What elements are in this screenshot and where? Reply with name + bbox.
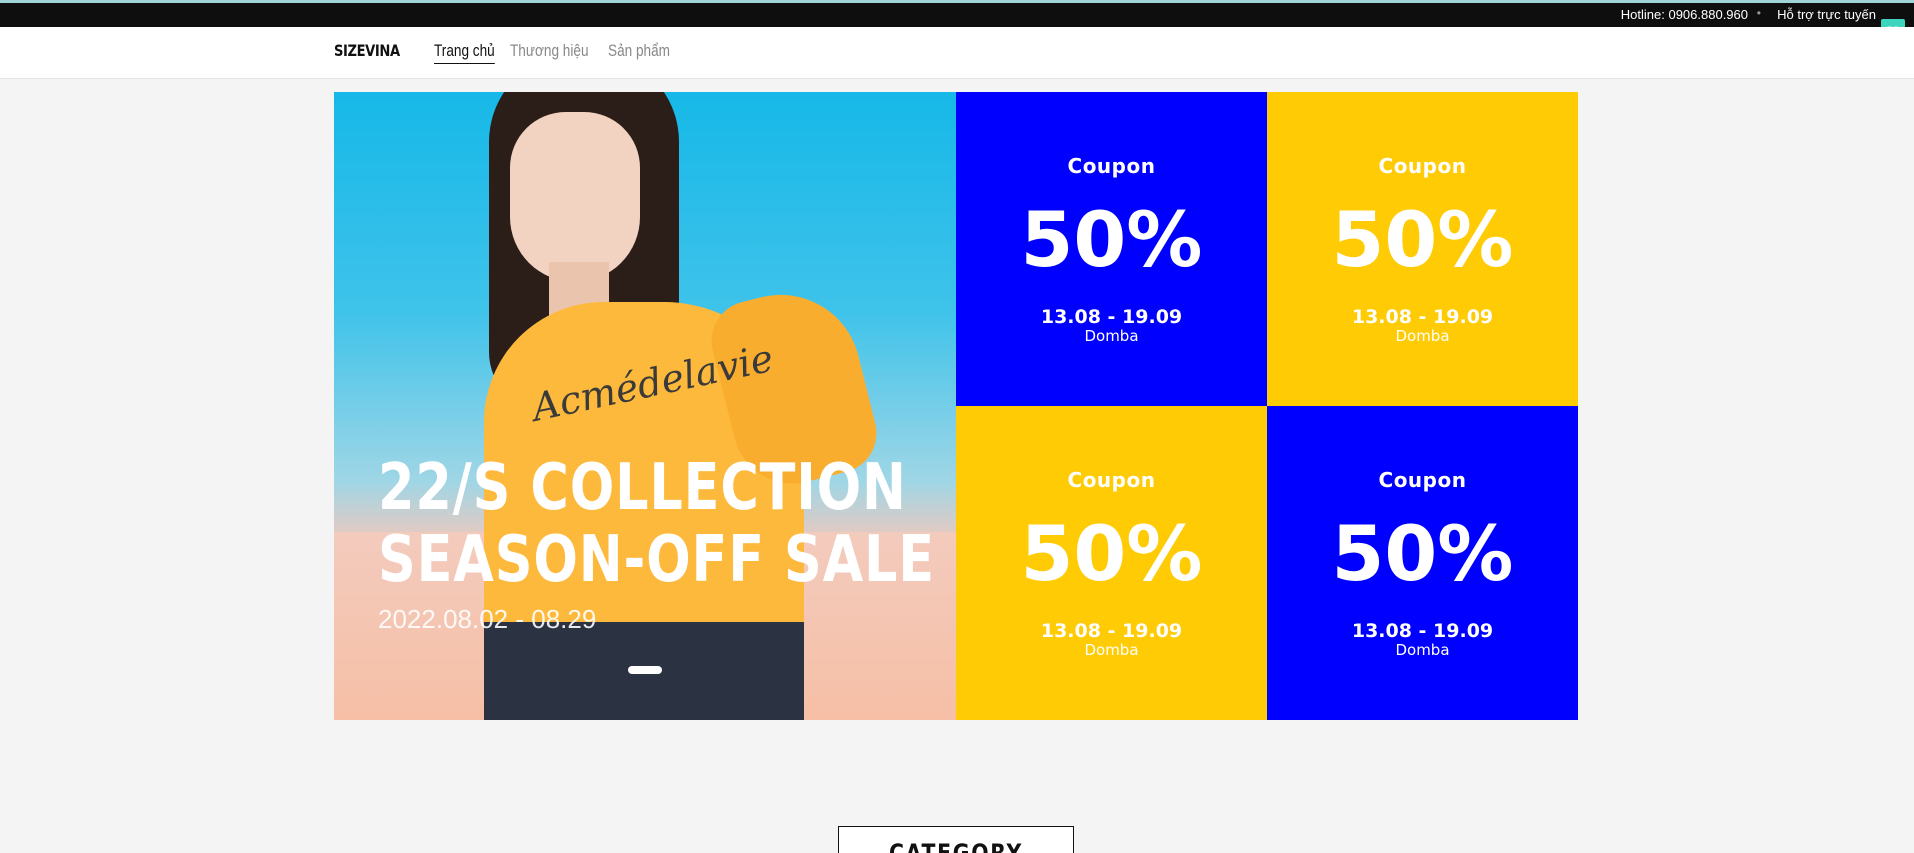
- coupon-card[interactable]: Coupon 50% 13.08 - 19.09 Domba: [956, 406, 1267, 720]
- coupon-percent: 50%: [1020, 509, 1203, 598]
- coupon-label: Coupon: [1067, 154, 1156, 178]
- coupon-card[interactable]: Coupon 50% 13.08 - 19.09 Domba: [1267, 92, 1578, 406]
- hero-dates: 2022.08.02 - 08.29: [378, 604, 597, 634]
- main-navbar: SIZEVINA Trang chủ Thương hiệu Sản phẩm: [0, 27, 1914, 79]
- separator-dot: •: [1756, 6, 1761, 20]
- hero-headline: 22/S COLLECTION SEASON-OFF SALE: [378, 452, 935, 596]
- site-logo[interactable]: SIZEVINA: [334, 41, 400, 60]
- coupon-brand: Domba: [1395, 641, 1450, 659]
- hero-banner[interactable]: Acmédelavie 22/S COLLECTION SEASON-OFF S…: [334, 92, 956, 720]
- coupon-brand: Domba: [1395, 327, 1450, 345]
- coupon-percent: 50%: [1331, 509, 1514, 598]
- coupon-card[interactable]: Coupon 50% 13.08 - 19.09 Domba: [956, 92, 1267, 406]
- hero-model-face: [510, 112, 640, 282]
- coupon-percent: 50%: [1331, 195, 1514, 284]
- nav-item-brands[interactable]: Thương hiệu: [510, 41, 589, 64]
- category-title: CATEGORY: [888, 839, 1024, 853]
- coupon-label: Coupon: [1067, 468, 1156, 492]
- category-section-heading: CATEGORY: [838, 826, 1074, 853]
- coupon-date-range: 13.08 - 19.09: [1040, 306, 1183, 328]
- slider-indicator-active[interactable]: [628, 666, 662, 674]
- coupon-brand: Domba: [1084, 327, 1139, 345]
- coupon-label: Coupon: [1378, 468, 1467, 492]
- main-nav: Trang chủ Thương hiệu Sản phẩm: [434, 41, 672, 64]
- coupon-label: Coupon: [1378, 154, 1467, 178]
- hero-headline-line1: 22/S COLLECTION: [378, 451, 907, 525]
- coupon-brand: Domba: [1084, 641, 1139, 659]
- hero-headline-line2: SEASON-OFF SALE: [378, 523, 935, 597]
- coupon-date-range: 13.08 - 19.09: [1351, 620, 1494, 642]
- coupon-date-range: 13.08 - 19.09: [1351, 306, 1494, 328]
- coupon-card[interactable]: Coupon 50% 13.08 - 19.09 Domba: [1267, 406, 1578, 720]
- hotline-link[interactable]: Hotline: 0906.880.960: [1621, 7, 1748, 22]
- coupon-date-range: 13.08 - 19.09: [1040, 620, 1183, 642]
- top-bar: Hotline: 0906.880.960 • Hỗ trợ trực tuyế…: [0, 3, 1914, 27]
- nav-item-home[interactable]: Trang chủ: [434, 41, 495, 64]
- coupon-percent: 50%: [1020, 195, 1203, 284]
- nav-item-products[interactable]: Sản phẩm: [608, 41, 670, 64]
- online-support-link[interactable]: Hỗ trợ trực tuyến: [1777, 7, 1876, 22]
